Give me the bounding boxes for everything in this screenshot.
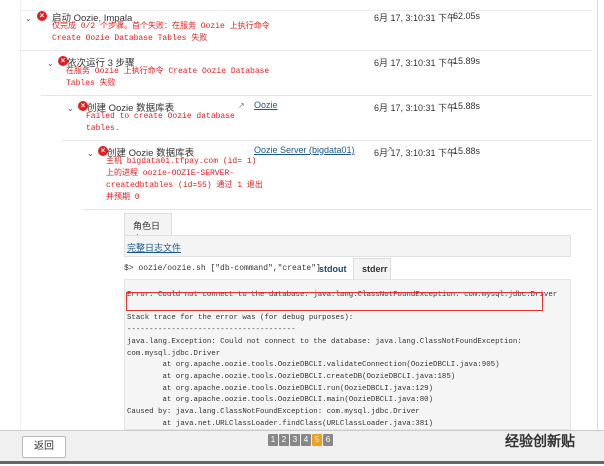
step-error-message: 主机 bigdata01.tfpay.com (id= 1) 上的进程 oozie… (106, 157, 263, 202)
page-button[interactable]: 2 (279, 434, 289, 446)
tab-role-log[interactable]: 角色日志 (124, 213, 172, 244)
role-link[interactable]: Oozie Server (bigdata01) (254, 145, 355, 155)
external-link-icon[interactable]: ↗ (238, 101, 245, 110)
divider (82, 209, 592, 210)
step-duration: 15.89s (453, 56, 481, 66)
chevron-down-icon[interactable]: ⌄ (25, 14, 32, 23)
step-duration: 15.88s (453, 101, 481, 111)
watermark: 经验创新贴 (505, 433, 575, 449)
page-button[interactable]: 1 (268, 434, 278, 446)
step-error-message: 在服务 Oozie 上执行命令 Create Oozie Database Tab… (66, 67, 270, 88)
service-link[interactable]: Oozie (254, 100, 278, 110)
chevron-down-icon[interactable]: ⌄ (87, 149, 94, 158)
page-button[interactable]: 6 (323, 434, 333, 446)
step-date: 6月 17, 3:10:31 下午 (374, 103, 457, 113)
log-header-panel (124, 235, 571, 257)
page-button[interactable]: 3 (290, 434, 300, 446)
step-date: 6月 17, 3:10:31 下午 (374, 148, 457, 158)
page-button-active[interactable]: 5 (312, 434, 322, 446)
full-log-link[interactable]: 完整日志文件 (127, 241, 181, 254)
step-duration: 15.88s (453, 146, 481, 156)
step-duration: 62.05s (453, 11, 481, 21)
step-date: 6月 17, 3:10:31 下午 (374, 58, 457, 68)
chevron-down-icon[interactable]: ⌄ (47, 59, 54, 68)
tab-stdout[interactable]: stdout (319, 264, 347, 274)
command-line: $> oozie/oozie.sh ["db-command","create"… (124, 264, 321, 273)
footer-bar: 返回 1 2 3 4 5 6 经验创新贴 (0, 430, 604, 464)
error-icon: × (37, 11, 47, 21)
chevron-down-icon[interactable]: ⌄ (67, 104, 74, 113)
step-error-message: Failed to create Oozie database tables. (86, 112, 235, 133)
page-button[interactable]: 4 (301, 434, 311, 446)
step-error-message: 仅完成 0/2 个步骤。首个失败：在服务 Oozie 上执行命令 Create O… (52, 22, 270, 43)
tab-stderr[interactable]: stderr (353, 258, 391, 280)
step-date: 6月 17, 3:10:31 下午 (374, 13, 457, 23)
back-button[interactable]: 返回 (22, 436, 66, 458)
pager: 1 2 3 4 5 6 (268, 434, 333, 446)
error-highlight-box (126, 292, 543, 311)
